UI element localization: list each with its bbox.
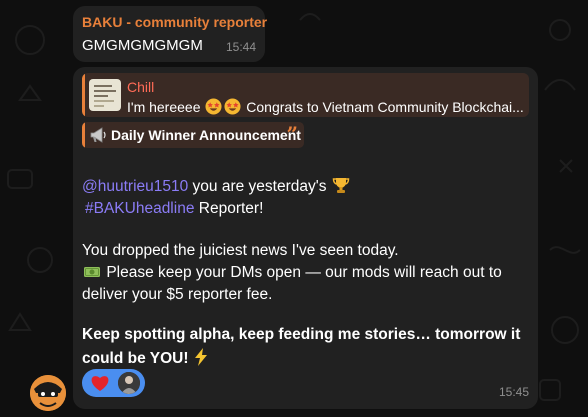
message-time: 15:45 [498, 385, 529, 399]
message-line: could be YOU! [82, 348, 209, 368]
reaction-user-avatar [118, 372, 140, 394]
message-text: GMGMGMGMGM [82, 37, 203, 54]
message-line: deliver your $5 reporter fee. [82, 286, 273, 303]
megaphone-icon [90, 127, 106, 143]
reply-text: I'm hereeee Congrats to Vietnam Communit… [127, 98, 524, 115]
quote-mark-icon: ” [286, 122, 298, 146]
trophy-emoji-icon [332, 178, 350, 193]
message-bubble[interactable]: Chill I'm hereeee Congrats to Vietnam Co… [73, 67, 538, 409]
star-struck-emoji-icon [224, 98, 241, 115]
user-mention-link[interactable]: @huutrieu1510 [82, 178, 188, 195]
lightning-emoji-icon [194, 348, 207, 366]
message-line: Keep spotting alpha, keep feeding me sto… [82, 326, 521, 343]
reply-accent-bar [82, 73, 85, 117]
message-line: @huutrieu1510 you are yesterday's [82, 176, 351, 196]
message-line: Please keep your DMs open — our mods wil… [82, 264, 502, 282]
reply-sender-name: Chill [127, 79, 155, 95]
money-emoji-icon [84, 267, 100, 277]
announcement-quote: Daily Winner Announcement ” [82, 122, 304, 148]
sender-avatar[interactable] [30, 375, 66, 411]
quote-accent-bar [82, 122, 85, 148]
reaction-pill[interactable] [82, 369, 145, 397]
announcement-title: Daily Winner Announcement [111, 127, 301, 143]
star-struck-emoji-icon [205, 98, 222, 115]
message-line: #BAKUheadline Reporter! [85, 200, 264, 217]
message-time: 15:44 [225, 40, 256, 54]
reply-quote[interactable]: Chill I'm hereeee Congrats to Vietnam Co… [82, 73, 529, 117]
message-bubble[interactable]: BAKU - community reporter GMGMGMGMGM 15:… [73, 6, 267, 62]
sender-name[interactable]: BAKU - community reporter [82, 14, 267, 30]
hashtag-link[interactable]: #BAKUheadline [85, 200, 194, 217]
reply-thumbnail [89, 79, 121, 111]
heart-emoji-icon [91, 376, 109, 391]
message-line: You dropped the juiciest news I've seen … [82, 242, 399, 259]
